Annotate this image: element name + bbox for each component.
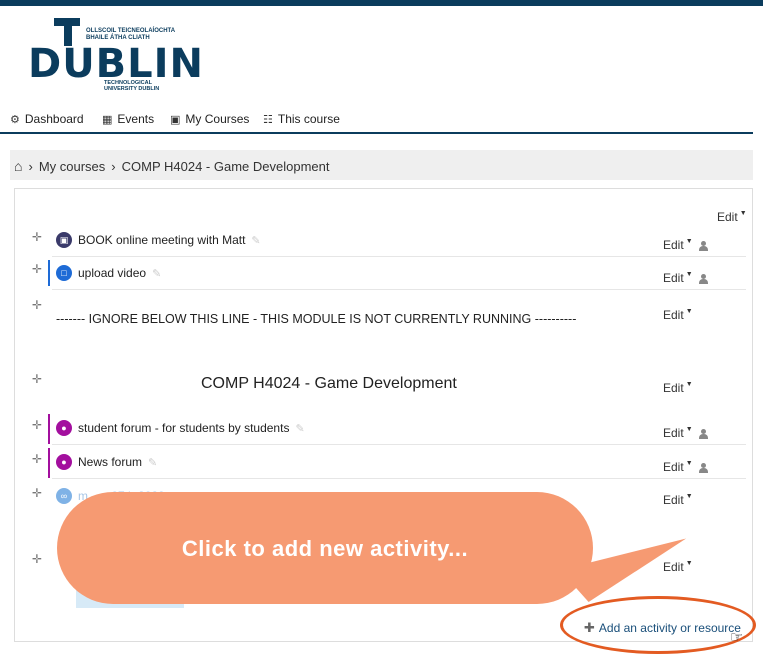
activity-news-forum[interactable]: ● News forum ✎: [56, 454, 157, 470]
nav-this-course[interactable]: ☷ This course: [263, 112, 340, 126]
edit-label: Edit: [663, 308, 684, 322]
home-icon[interactable]: ⌂: [14, 158, 22, 174]
breadcrumb-my-courses[interactable]: My courses: [39, 159, 105, 174]
nav-dashboard-label: Dashboard: [24, 112, 84, 126]
main-navigation: ⚙ Dashboard ▦ Events ▣ My Courses ☷ This…: [0, 110, 753, 134]
nav-my-courses-label: My Courses: [185, 112, 250, 126]
row-divider: [52, 256, 746, 257]
caret-down-icon: ▼: [685, 381, 693, 388]
calendar-icon: ▦: [102, 113, 113, 126]
activity-student-forum[interactable]: ● student forum - for students by studen…: [56, 420, 305, 436]
ignore-label: ------- IGNORE BELOW THIS LINE - THIS MO…: [56, 312, 577, 326]
caret-down-icon: ▼: [685, 271, 693, 278]
user-icon[interactable]: [698, 428, 708, 439]
edit-label: Edit: [663, 271, 684, 285]
activity-edit-menu[interactable]: Edit ▼: [663, 271, 708, 285]
activity-name[interactable]: student forum - for students by students: [78, 421, 289, 435]
activity-edit-menu[interactable]: Edit ▼: [663, 238, 708, 252]
logo-english-text: TECHNOLOGICAL UNIVERSITY DUBLIN: [104, 80, 160, 92]
activity-edit-menu[interactable]: Edit ▼: [663, 426, 708, 440]
user-icon[interactable]: [698, 462, 708, 473]
row-divider: [52, 478, 746, 479]
drag-handle-icon[interactable]: ✛: [32, 418, 42, 432]
assignment-icon: □: [56, 265, 72, 281]
sitemap-icon: ☷: [263, 113, 273, 126]
label-edit-menu[interactable]: Edit ▼: [663, 308, 693, 322]
edit-pencil-icon[interactable]: ✎: [148, 456, 157, 469]
drag-handle-icon[interactable]: ✛: [32, 452, 42, 466]
edit-label: Edit: [663, 493, 684, 507]
caret-down-icon: ▼: [685, 308, 693, 315]
drag-handle-icon[interactable]: ✛: [32, 262, 42, 276]
callout-text: Click to add new activity...: [181, 536, 469, 561]
logo-irish-text: OLLSCOIL TEICNEOLAÍOCHTA BHAILE ÁTHA CLI…: [86, 28, 176, 41]
drag-handle-icon[interactable]: ✛: [32, 486, 42, 500]
meeting-icon: ▣: [56, 232, 72, 248]
caret-down-icon: ▼: [685, 493, 693, 500]
logo-t-bar: [54, 18, 80, 26]
top-brand-bar: [0, 0, 763, 6]
nav-this-course-label: This course: [277, 112, 340, 126]
edit-label: Edit: [663, 238, 684, 252]
activity-accent-bar: [48, 414, 50, 444]
section-title[interactable]: COMP H4024 - Game Development: [201, 375, 457, 393]
drag-handle-icon[interactable]: ✛: [32, 230, 42, 244]
tutorial-callout: Click to add new activity...: [57, 492, 593, 604]
edit-label: Edit: [717, 210, 738, 224]
edit-label: Edit: [663, 426, 684, 440]
breadcrumb: ⌂ › My courses › COMP H4024 - Game Devel…: [10, 150, 753, 180]
activity-edit-menu[interactable]: Edit ▼: [663, 493, 693, 507]
nav-my-courses[interactable]: ▣ My Courses: [170, 112, 249, 126]
row-divider: [52, 444, 746, 445]
activity-name[interactable]: BOOK online meeting with Matt: [78, 233, 245, 247]
caret-down-icon: ▼: [685, 426, 693, 433]
caret-down-icon: ▼: [685, 460, 693, 467]
link-icon: ∞: [56, 488, 72, 504]
breadcrumb-separator: ›: [111, 158, 116, 174]
drag-handle-icon[interactable]: ✛: [32, 298, 42, 312]
edit-label: Edit: [663, 381, 684, 395]
nav-dashboard[interactable]: ⚙ Dashboard: [10, 112, 84, 126]
briefcase-icon: ▣: [170, 113, 181, 126]
activity-accent-bar: [48, 260, 50, 286]
nav-events-label: Events: [117, 112, 155, 126]
row-divider: [52, 289, 746, 290]
edit-pencil-icon[interactable]: ✎: [251, 234, 260, 247]
user-icon[interactable]: [698, 240, 708, 251]
dashboard-icon: ⚙: [10, 113, 20, 126]
user-icon[interactable]: [698, 273, 708, 284]
hand-cursor-icon: ☞: [730, 629, 744, 646]
tu-dublin-logo[interactable]: OLLSCOIL TEICNEOLAÍOCHTA BHAILE ÁTHA CLI…: [28, 18, 203, 98]
activity-book-meeting[interactable]: ▣ BOOK online meeting with Matt ✎: [56, 232, 261, 248]
activity-accent-bar: [48, 448, 50, 478]
activity-name[interactable]: upload video: [78, 266, 146, 280]
drag-handle-icon[interactable]: ✛: [32, 372, 42, 386]
caret-down-icon: ▼: [739, 210, 747, 217]
caret-down-icon: ▼: [685, 238, 693, 245]
drag-handle-icon[interactable]: ✛: [32, 552, 42, 566]
forum-icon: ●: [56, 454, 72, 470]
breadcrumb-separator: ›: [28, 158, 33, 174]
highlight-ellipse: [560, 596, 756, 654]
forum-icon: ●: [56, 420, 72, 436]
edit-pencil-icon[interactable]: ✎: [295, 422, 304, 435]
section-edit-menu[interactable]: Edit ▼: [717, 210, 747, 224]
activity-name[interactable]: News forum: [78, 455, 142, 469]
activity-edit-menu[interactable]: Edit ▼: [663, 460, 708, 474]
breadcrumb-course[interactable]: COMP H4024 - Game Development: [122, 159, 330, 174]
nav-events[interactable]: ▦ Events: [102, 112, 154, 126]
edit-label: Edit: [663, 460, 684, 474]
activity-upload-video[interactable]: □ upload video ✎: [56, 265, 161, 281]
edit-pencil-icon[interactable]: ✎: [152, 267, 161, 280]
section-edit-menu[interactable]: Edit ▼: [663, 381, 693, 395]
